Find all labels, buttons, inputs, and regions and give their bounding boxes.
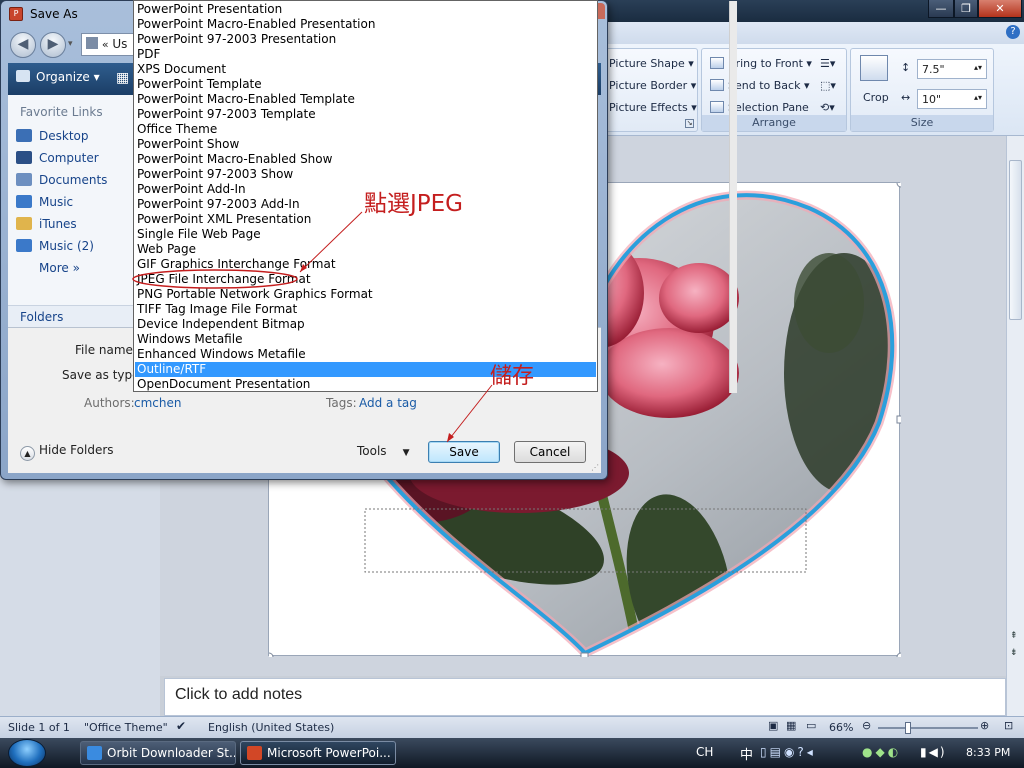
annotation-arrow <box>446 384 493 443</box>
jpeg-highlight-circle <box>132 269 298 289</box>
arrowhead-icon <box>300 264 307 272</box>
annotation-save: 儲存 <box>490 364 535 389</box>
annotation-arrow <box>299 211 363 273</box>
annotation-select-jpeg: 點選JPEG <box>364 191 464 217</box>
